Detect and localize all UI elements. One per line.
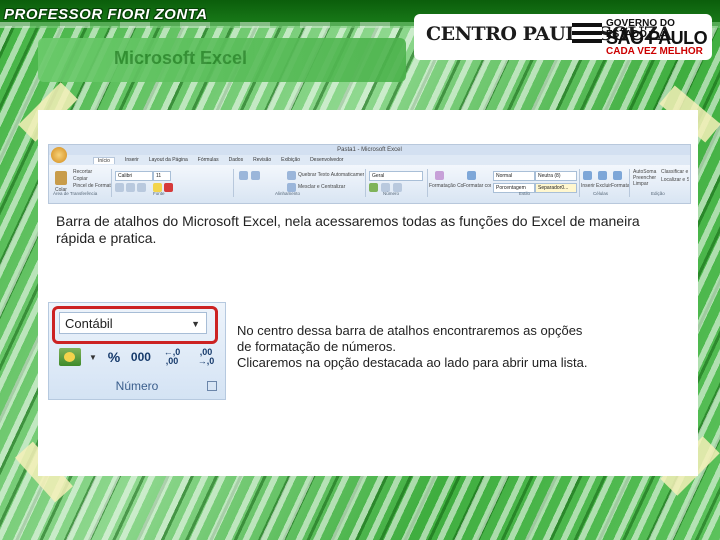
group-cells: Inserir Excluir Formatar Células	[581, 169, 630, 197]
group-label-editing: Edição	[651, 191, 665, 196]
style-neutral[interactable]: Neutra (8)	[535, 171, 577, 181]
italic-icon[interactable]	[126, 183, 135, 192]
office-button-icon[interactable]	[51, 147, 67, 163]
dialog-launcher-icon[interactable]	[207, 381, 217, 391]
group-label-alignment: Alinhamento	[275, 191, 301, 196]
currency-format-icon[interactable]	[59, 348, 81, 366]
sp-flag-icon	[572, 23, 602, 45]
copy-button[interactable]: Copiar	[73, 176, 88, 182]
format-cells-icon[interactable]	[613, 171, 622, 180]
brand-title: PROFESSOR FIORI ZONTA	[4, 6, 208, 23]
group-label-font: Fonte	[153, 191, 165, 196]
format-cells-button[interactable]: Formatar	[611, 183, 629, 189]
wrap-text-button[interactable]: Quebrar Texto Automaticamente	[298, 172, 364, 178]
group-alignment: Quebrar Texto Automaticamente Mesclar e …	[235, 169, 366, 197]
group-label-number: Número	[383, 191, 400, 196]
find-select-button[interactable]: Localizar e Selecionar	[661, 177, 689, 183]
format-table-icon[interactable]	[467, 171, 476, 180]
font-name-select[interactable]: Calibri	[115, 171, 153, 181]
group-clipboard: Colar Recortar Copiar Pincel de Formataç…	[51, 169, 112, 197]
format-painter-button[interactable]: Pincel de Formatação	[73, 183, 111, 189]
currency-icon[interactable]	[369, 183, 378, 192]
slide-title-box: Microsoft Excel	[38, 38, 406, 82]
font-color-icon[interactable]	[164, 183, 173, 192]
style-normal[interactable]: Normal	[493, 171, 535, 181]
cut-button[interactable]: Recortar	[73, 169, 92, 175]
excel-ribbon: Pasta1 - Microsoft Excel Início Inserir …	[48, 144, 691, 204]
number-format-select[interactable]: Geral	[369, 171, 423, 181]
highlight-frame	[52, 306, 218, 344]
logo-panel: CENTRO PAULA SOUZA GOVERNO DO ESTADO SÃO…	[414, 14, 712, 60]
wrap-text-icon[interactable]	[287, 171, 296, 180]
bold-icon[interactable]	[115, 183, 124, 192]
tab-exibicao[interactable]: Exibição	[281, 157, 300, 163]
conditional-format-icon[interactable]	[435, 171, 444, 180]
number-buttons-row: ▼ % 000 ←,0 ,00 ,00 →,0	[59, 347, 219, 367]
number-group-zoom: Contábil ▼ ▼ % 000 ←,0 ,00 ,00 →,0 Númer…	[48, 302, 226, 400]
merge-center-button[interactable]: Mesclar e Centralizar	[298, 184, 345, 190]
insert-cells-icon[interactable]	[583, 171, 592, 180]
format-table-button[interactable]: Formatar como Tabela	[463, 183, 491, 189]
font-size-select[interactable]: 11	[153, 171, 171, 181]
align-icon[interactable]	[251, 171, 260, 180]
tab-revisao[interactable]: Revisão	[253, 157, 271, 163]
caption-line: Clicaremos na opção destacada ao lado pa…	[237, 355, 588, 370]
paste-icon[interactable]	[55, 171, 67, 185]
delete-cells-button[interactable]: Excluir	[596, 183, 611, 189]
logo-slogan: CADA VEZ MELHOR	[606, 46, 703, 57]
caption-line: de formatação de números.	[237, 339, 396, 354]
style-separator[interactable]: Separador0...	[535, 183, 577, 193]
tab-desenvolvedor[interactable]: Desenvolvedor	[310, 157, 343, 163]
underline-icon[interactable]	[137, 183, 146, 192]
tab-dados[interactable]: Dados	[229, 157, 243, 163]
group-label-cells: Células	[593, 191, 609, 196]
group-label-styles: Estilo	[519, 191, 531, 196]
group-styles: Formatação Condicional Formatar como Tab…	[429, 169, 580, 197]
window-title: Pasta1 - Microsoft Excel	[49, 145, 690, 155]
dropdown-arrow-icon[interactable]: ▼	[89, 353, 97, 362]
slide-title: Microsoft Excel	[114, 48, 248, 68]
align-icon[interactable]	[239, 171, 248, 180]
number-group-label: Número	[115, 379, 159, 393]
decrease-decimal-button[interactable]: ,00 →,0	[193, 348, 219, 366]
insert-cells-button[interactable]: Inserir	[581, 183, 595, 189]
group-font: Calibri 11 Fonte	[113, 169, 234, 197]
tab-inicio[interactable]: Início	[93, 156, 115, 164]
group-editing: AutoSoma Preencher Limpar Classificar e …	[631, 169, 689, 197]
group-number: Geral Número	[367, 169, 428, 197]
percent-button[interactable]: %	[105, 347, 123, 367]
caption-right: No centro dessa barra de atalhos encontr…	[237, 323, 677, 371]
tab-inserir[interactable]: Inserir	[125, 157, 139, 163]
thousands-button[interactable]: 000	[131, 347, 151, 367]
conditional-format-button[interactable]: Formatação Condicional	[429, 183, 463, 189]
delete-cells-icon[interactable]	[598, 171, 607, 180]
sort-filter-button[interactable]: Classificar e Filtrar	[661, 169, 689, 175]
caption-top: Barra de atalhos do Microsoft Excel, nel…	[56, 213, 640, 246]
ribbon-tabs: Início Inserir Layout da Página Fórmulas…	[93, 155, 343, 165]
clear-button[interactable]: Limpar	[633, 181, 648, 187]
tab-formulas[interactable]: Fórmulas	[198, 157, 219, 163]
increase-decimal-button[interactable]: ←,0 ,00	[159, 348, 185, 366]
tab-layout[interactable]: Layout da Página	[149, 157, 188, 163]
group-label-clipboard: Área de Transferência	[53, 191, 98, 196]
caption-line: No centro dessa barra de atalhos encontr…	[237, 323, 583, 338]
